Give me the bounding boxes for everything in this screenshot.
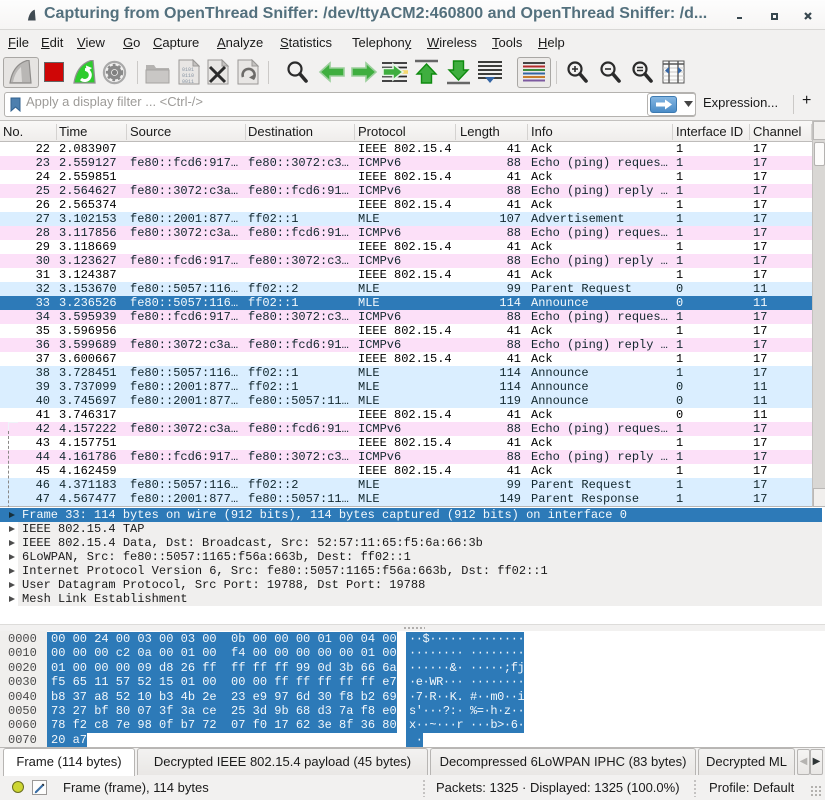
svg-text:0011: 0011: [182, 79, 194, 85]
